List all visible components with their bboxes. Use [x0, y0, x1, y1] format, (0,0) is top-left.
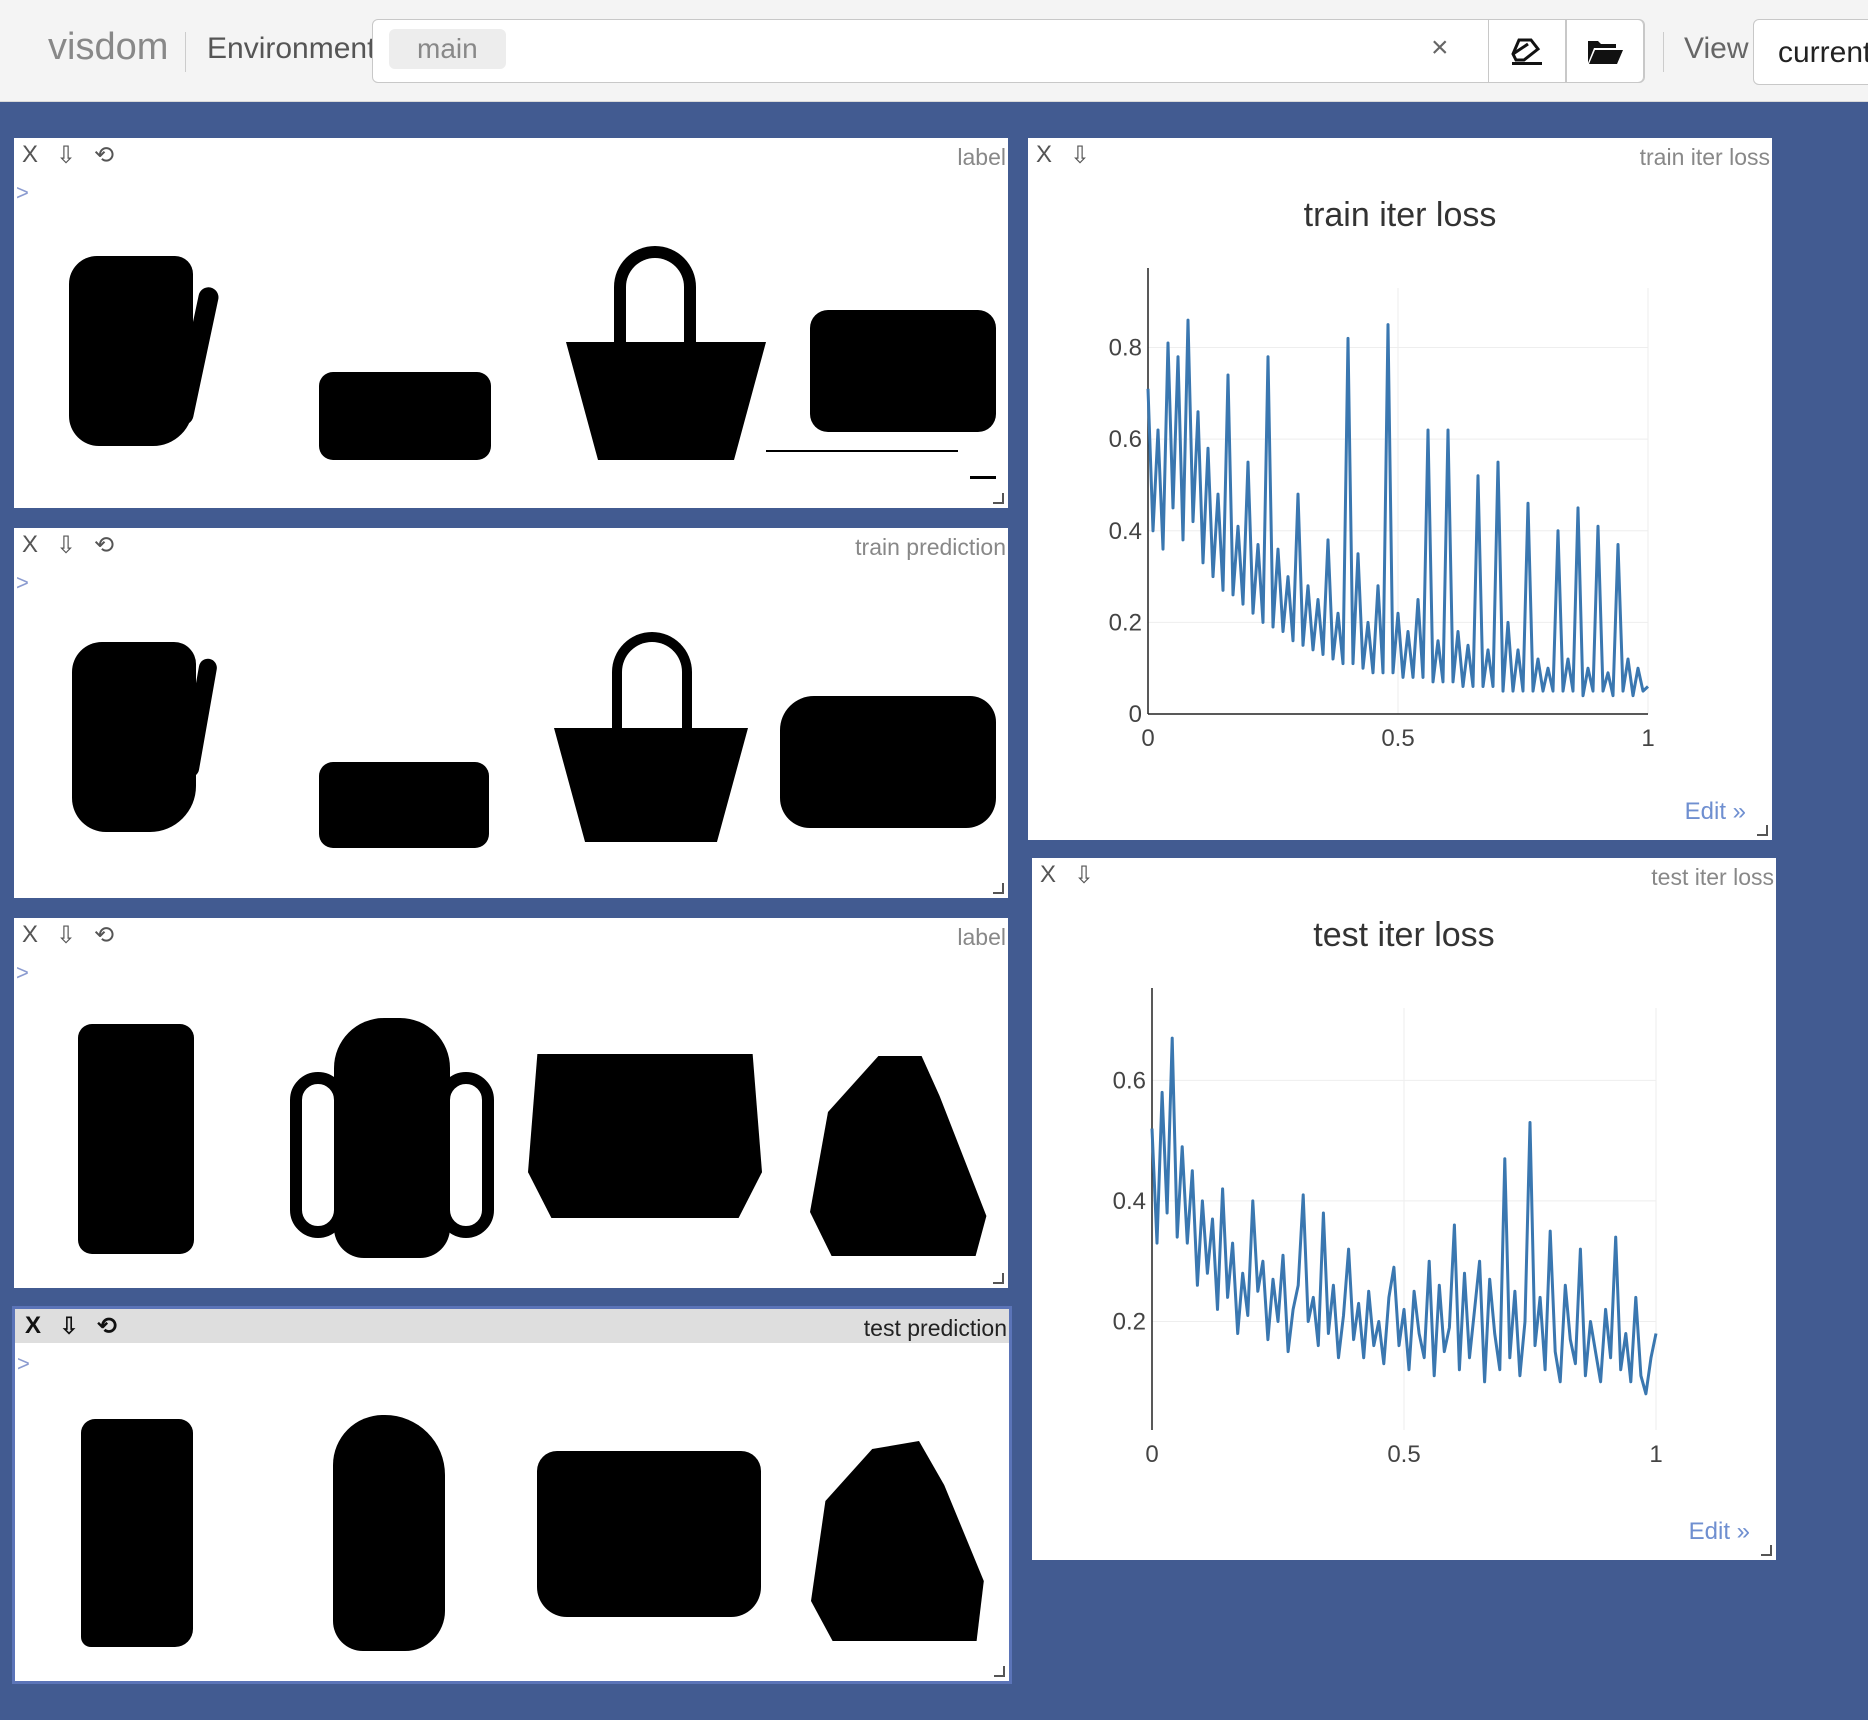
bag-mask	[537, 1451, 761, 1617]
resize-handle[interactable]	[1757, 825, 1768, 836]
x-tick-label: 0.5	[1387, 1441, 1420, 1468]
brand-logo: visdom	[48, 26, 169, 68]
resize-handle[interactable]	[1761, 1545, 1772, 1556]
bag-mask	[566, 342, 766, 460]
bag-handle-mask	[614, 246, 696, 356]
resize-handle[interactable]	[993, 1273, 1004, 1284]
download-icon[interactable]: ⇩	[56, 531, 76, 560]
y-tick-label: 0.2	[1109, 609, 1142, 636]
resize-handle[interactable]	[993, 883, 1004, 894]
x-tick-label: 0	[1145, 1441, 1158, 1468]
reset-icon[interactable]: ⟲	[97, 1312, 117, 1341]
caption-toggle-icon[interactable]: >	[16, 960, 29, 986]
top-navbar: visdom Environment main × View current	[0, 0, 1868, 102]
image-pane-train-prediction[interactable]: X ⇩ ⟲ train prediction >	[14, 528, 1008, 898]
bag-mask	[811, 1441, 984, 1641]
y-tick-label: 0.8	[1109, 335, 1142, 362]
artifact-line	[970, 476, 996, 479]
y-tick-label: 0.6	[1113, 1067, 1146, 1094]
image-pane-label-train[interactable]: X ⇩ ⟲ label >	[14, 138, 1008, 508]
reset-icon[interactable]: ⟲	[94, 141, 114, 170]
resize-handle[interactable]	[994, 1666, 1005, 1677]
pane-title: test prediction	[863, 1315, 1007, 1341]
y-tick-label: 0.6	[1109, 426, 1142, 453]
close-icon[interactable]: X	[25, 1312, 41, 1340]
train-loss-chart[interactable]: 0 0.5 1 0 0.2 0.4 0.6 0.8	[1028, 138, 1772, 840]
plot-pane-test-iter-loss[interactable]: X ⇩ test iter loss test iter loss 0 0.5 1 0…	[1032, 858, 1776, 1560]
bag-handle-mask	[290, 1072, 346, 1238]
bag-mask	[528, 1054, 762, 1218]
bag-mask	[810, 310, 996, 432]
pane-header[interactable]: X ⇩ ⟲ test prediction	[15, 1309, 1009, 1343]
test-loss-chart[interactable]: 0 0.5 1 0.2 0.4 0.6	[1032, 858, 1776, 1560]
download-icon[interactable]: ⇩	[56, 141, 76, 170]
close-icon[interactable]: X	[22, 921, 38, 949]
resize-handle[interactable]	[993, 493, 1004, 504]
bag-mask	[78, 1024, 194, 1254]
pane-header[interactable]: X ⇩ ⟲ train prediction	[14, 528, 1008, 562]
bag-mask	[554, 728, 748, 842]
view-label: View	[1684, 32, 1749, 65]
reset-icon[interactable]: ⟲	[94, 921, 114, 950]
caption-toggle-icon[interactable]: >	[16, 570, 29, 596]
y-tick-label: 0.4	[1109, 518, 1142, 545]
view-select[interactable]: current	[1753, 19, 1868, 85]
edit-plot-link[interactable]: Edit »	[1685, 798, 1746, 826]
manage-environment-button[interactable]	[1566, 19, 1644, 83]
y-tick-label: 0	[1129, 701, 1142, 728]
pane-title: label	[957, 144, 1006, 170]
caption-toggle-icon[interactable]: >	[16, 180, 29, 206]
image-pane-label-test[interactable]: X ⇩ ⟲ label >	[14, 918, 1008, 1288]
environment-label: Environment	[207, 32, 376, 65]
x-tick-label: 0	[1141, 725, 1154, 752]
bag-mask	[81, 1419, 193, 1647]
environment-select[interactable]: main ×	[372, 19, 1645, 83]
bag-mask	[334, 1018, 450, 1258]
clear-pane-button[interactable]	[1488, 19, 1566, 83]
download-icon[interactable]: ⇩	[59, 1312, 79, 1341]
close-icon[interactable]: X	[22, 141, 38, 169]
pane-header[interactable]: X ⇩ ⟲ label	[14, 918, 1008, 952]
reset-icon[interactable]: ⟲	[94, 531, 114, 560]
eraser-icon	[1511, 38, 1542, 65]
plot-pane-train-iter-loss[interactable]: X ⇩ train iter loss train iter loss 0 0.5…	[1028, 138, 1772, 840]
bag-mask	[333, 1415, 445, 1651]
pane-title: train prediction	[855, 534, 1006, 560]
x-tick-label: 1	[1641, 725, 1654, 752]
bag-mask	[319, 762, 489, 848]
artifact-line	[766, 450, 958, 452]
caption-toggle-icon[interactable]: >	[17, 1351, 30, 1377]
download-icon[interactable]: ⇩	[56, 921, 76, 950]
bag-mask	[72, 642, 196, 832]
pane-header[interactable]: X ⇩ ⟲ label	[14, 138, 1008, 172]
image-pane-test-prediction[interactable]: X ⇩ ⟲ test prediction >	[12, 1306, 1012, 1684]
pane-title: label	[957, 924, 1006, 950]
folder-open-icon	[1588, 41, 1623, 64]
x-tick-label: 0.5	[1381, 725, 1414, 752]
x-tick-label: 1	[1649, 1441, 1662, 1468]
clear-environment-icon[interactable]: ×	[1431, 31, 1449, 65]
environment-tag-main[interactable]: main	[389, 29, 506, 69]
bag-mask	[810, 1056, 987, 1256]
bag-mask	[319, 372, 491, 460]
y-tick-label: 0.4	[1113, 1188, 1146, 1215]
divider	[1663, 32, 1664, 72]
y-tick-label: 0.2	[1113, 1308, 1146, 1335]
bag-mask	[780, 696, 996, 828]
bag-handle-mask	[612, 632, 692, 736]
bag-handle-mask	[438, 1072, 494, 1238]
divider	[185, 32, 186, 72]
close-icon[interactable]: X	[22, 531, 38, 559]
edit-plot-link[interactable]: Edit »	[1689, 1518, 1750, 1546]
